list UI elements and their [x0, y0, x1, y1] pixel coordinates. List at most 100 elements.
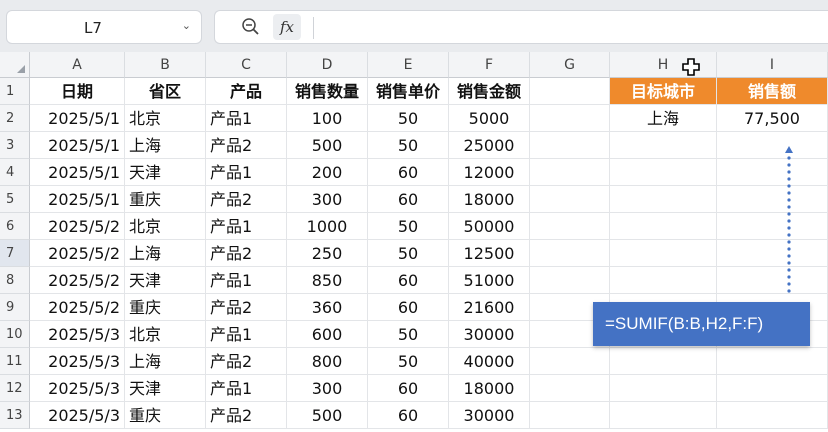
header-cell[interactable]: 销售单价 [368, 78, 449, 105]
table-cell[interactable]: 500 [287, 402, 368, 429]
table-cell[interactable]: 产品2 [206, 402, 287, 429]
empty-cell[interactable] [610, 402, 717, 429]
empty-cell[interactable] [610, 348, 717, 375]
sales-result-cell[interactable]: 77,500 [717, 105, 828, 132]
empty-cell[interactable] [530, 402, 610, 429]
table-cell[interactable]: 50 [368, 240, 449, 267]
table-cell[interactable]: 50 [368, 321, 449, 348]
table-cell[interactable]: 30000 [449, 402, 530, 429]
header-cell[interactable]: 销售数量 [287, 78, 368, 105]
column-header-c[interactable]: C [206, 52, 287, 78]
table-cell[interactable]: 北京 [125, 105, 206, 132]
table-cell[interactable]: 600 [287, 321, 368, 348]
table-cell[interactable]: 上海 [125, 240, 206, 267]
table-cell[interactable]: 北京 [125, 213, 206, 240]
zoom-icon[interactable] [241, 17, 261, 37]
table-cell[interactable]: 北京 [125, 321, 206, 348]
column-header-i[interactable]: I [717, 52, 828, 78]
empty-cell[interactable] [530, 132, 610, 159]
table-cell[interactable]: 500 [287, 132, 368, 159]
formula-bar[interactable]: fx [214, 10, 828, 44]
table-cell[interactable]: 250 [287, 240, 368, 267]
table-cell[interactable]: 2025/5/3 [30, 321, 125, 348]
table-cell[interactable]: 50000 [449, 213, 530, 240]
empty-cell[interactable] [610, 240, 717, 267]
table-cell[interactable]: 12500 [449, 240, 530, 267]
table-cell[interactable]: 60 [368, 402, 449, 429]
column-header-b[interactable]: B [125, 52, 206, 78]
name-box[interactable]: L7 ⌄ [6, 10, 202, 44]
target-city-cell[interactable]: 上海 [610, 105, 717, 132]
table-cell[interactable]: 产品2 [206, 294, 287, 321]
header-cell[interactable]: 销售金额 [449, 78, 530, 105]
row-header-10[interactable]: 10 [0, 321, 30, 348]
table-cell[interactable]: 50 [368, 105, 449, 132]
empty-cell[interactable] [717, 186, 828, 213]
column-header-d[interactable]: D [287, 52, 368, 78]
empty-cell[interactable] [717, 132, 828, 159]
table-cell[interactable]: 产品1 [206, 213, 287, 240]
table-cell[interactable]: 50 [368, 213, 449, 240]
table-cell[interactable]: 2025/5/1 [30, 186, 125, 213]
table-cell[interactable]: 产品2 [206, 132, 287, 159]
table-cell[interactable]: 25000 [449, 132, 530, 159]
header-cell[interactable]: 省区 [125, 78, 206, 105]
table-cell[interactable]: 100 [287, 105, 368, 132]
table-cell[interactable]: 40000 [449, 348, 530, 375]
table-cell[interactable]: 12000 [449, 159, 530, 186]
table-cell[interactable]: 天津 [125, 267, 206, 294]
target-city-header[interactable]: 目标城市 [610, 78, 717, 105]
empty-cell[interactable] [530, 375, 610, 402]
empty-cell[interactable] [717, 267, 828, 294]
table-cell[interactable]: 18000 [449, 375, 530, 402]
table-cell[interactable]: 50 [368, 132, 449, 159]
table-cell[interactable]: 产品1 [206, 375, 287, 402]
empty-cell[interactable] [717, 402, 828, 429]
table-cell[interactable]: 2025/5/2 [30, 213, 125, 240]
row-header-4[interactable]: 4 [0, 159, 30, 186]
table-cell[interactable]: 360 [287, 294, 368, 321]
row-header-3[interactable]: 3 [0, 132, 30, 159]
table-cell[interactable]: 重庆 [125, 294, 206, 321]
table-cell[interactable]: 1000 [287, 213, 368, 240]
table-cell[interactable]: 2025/5/3 [30, 348, 125, 375]
row-header-12[interactable]: 12 [0, 375, 30, 402]
table-cell[interactable]: 60 [368, 159, 449, 186]
table-cell[interactable]: 5000 [449, 105, 530, 132]
column-header-a[interactable]: A [30, 52, 125, 78]
table-cell[interactable]: 2025/5/1 [30, 105, 125, 132]
spreadsheet-grid[interactable]: A B C D E F G H I 1 2 3 4 5 6 7 8 9 10 11 12 13 日期 省区 产品 销售数量 销售单价… [0, 52, 828, 432]
row-header-9[interactable]: 9 [0, 294, 30, 321]
table-cell[interactable]: 重庆 [125, 402, 206, 429]
chevron-down-icon[interactable]: ⌄ [182, 19, 191, 32]
empty-cell[interactable] [717, 375, 828, 402]
table-cell[interactable]: 重庆 [125, 186, 206, 213]
row-header-2[interactable]: 2 [0, 105, 30, 132]
header-cell[interactable]: 日期 [30, 78, 125, 105]
select-all-corner[interactable] [0, 52, 30, 78]
empty-cell[interactable] [717, 348, 828, 375]
column-header-g[interactable]: G [530, 52, 610, 78]
table-cell[interactable]: 产品1 [206, 267, 287, 294]
table-cell[interactable]: 300 [287, 186, 368, 213]
table-cell[interactable]: 60 [368, 186, 449, 213]
empty-cell[interactable] [530, 105, 610, 132]
empty-cell[interactable] [717, 240, 828, 267]
table-cell[interactable]: 2025/5/1 [30, 159, 125, 186]
table-cell[interactable]: 2025/5/2 [30, 240, 125, 267]
row-header-8[interactable]: 8 [0, 267, 30, 294]
table-cell[interactable]: 800 [287, 348, 368, 375]
table-cell[interactable]: 60 [368, 267, 449, 294]
table-cell[interactable]: 18000 [449, 186, 530, 213]
row-header-11[interactable]: 11 [0, 348, 30, 375]
column-header-f[interactable]: F [449, 52, 530, 78]
empty-cell[interactable] [610, 267, 717, 294]
table-cell[interactable]: 200 [287, 159, 368, 186]
table-cell[interactable]: 产品1 [206, 105, 287, 132]
table-cell[interactable]: 天津 [125, 159, 206, 186]
empty-cell[interactable] [530, 267, 610, 294]
function-icon[interactable]: fx [273, 14, 301, 40]
table-cell[interactable]: 51000 [449, 267, 530, 294]
empty-cell[interactable] [610, 213, 717, 240]
empty-cell[interactable] [530, 78, 610, 105]
